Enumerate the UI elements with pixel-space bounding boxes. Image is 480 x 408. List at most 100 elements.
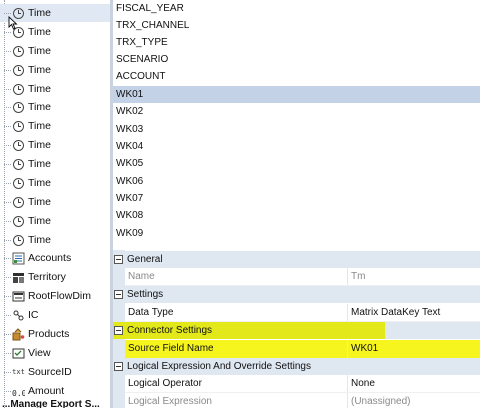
tree-item-time[interactable]: Time (0, 193, 110, 211)
field-row[interactable]: WK04 (113, 138, 480, 155)
field-row[interactable]: WK03 (113, 121, 480, 138)
field-row-selected[interactable]: WK01 (113, 86, 480, 103)
field-row[interactable]: SCENARIO (113, 51, 480, 68)
tree-item-time[interactable]: Time (0, 174, 110, 192)
tree-item-label: IC (28, 309, 39, 321)
property-label: Data Type (128, 307, 174, 318)
collapse-icon[interactable] (114, 326, 123, 335)
tree-item-label: Time (28, 101, 51, 113)
property-value[interactable]: Tm (347, 268, 480, 286)
property-value[interactable]: Matrix DataKey Text (347, 304, 480, 322)
flow-icon (12, 290, 25, 303)
property-row-name[interactable]: Name Tm (125, 268, 480, 286)
field-row[interactable]: WK05 (113, 155, 480, 172)
tree-item-sourceid[interactable]: txt SourceID (0, 363, 110, 381)
tree-item-time[interactable]: Time (0, 98, 110, 116)
tree-item-label: Amount (28, 385, 65, 397)
text-icon: txt (12, 367, 25, 376)
tree-item-label: Time (28, 196, 51, 208)
clock-icon (12, 234, 25, 247)
tree-item-label: Time (28, 83, 51, 95)
category-connector-settings[interactable]: Connector Settings (113, 322, 480, 339)
clock-icon (12, 177, 25, 190)
property-value[interactable]: None (347, 375, 480, 393)
property-row-logical-operator[interactable]: Logical Operator None (125, 375, 480, 393)
dimension-tree: Time Time Time Time Time Time Time Time (0, 0, 110, 408)
tree-item-label: Time (28, 45, 51, 57)
property-value[interactable]: WK01 (347, 340, 480, 358)
tree-item-label: Time (28, 120, 51, 132)
field-row[interactable]: WK06 (113, 173, 480, 190)
field-row[interactable]: TRX_CHANNEL (113, 17, 480, 34)
tree-item-time[interactable]: Time (0, 212, 110, 230)
clock-icon (12, 101, 25, 114)
tree-item-label: Time (28, 139, 51, 151)
tree-item-products[interactable]: Products (0, 325, 110, 343)
clock-icon (12, 158, 25, 171)
property-row-data-type[interactable]: Data Type Matrix DataKey Text (125, 304, 480, 322)
view-icon (12, 347, 25, 360)
tree-item-label: Time (28, 177, 51, 189)
tree-item-label: Time (28, 7, 51, 19)
property-label: Name (128, 271, 155, 282)
tree-item-time[interactable]: Time (0, 231, 110, 249)
products-icon (12, 327, 25, 341)
tree-item-time[interactable]: Time (0, 155, 110, 173)
property-grid: General Name Tm Settings Data Type Matri… (113, 250, 480, 408)
category-general[interactable]: General (113, 251, 480, 268)
field-row[interactable]: ACCOUNT (113, 68, 480, 85)
tree-item-time[interactable]: Time (0, 136, 110, 154)
tree-item-time[interactable]: Time (0, 117, 110, 135)
svg-text:0.0: 0.0 (12, 389, 25, 398)
tree-item-ic[interactable]: IC (0, 306, 110, 324)
clock-icon (12, 45, 25, 58)
field-row[interactable]: WK02 (113, 103, 480, 120)
collapse-icon[interactable] (114, 255, 123, 264)
tree-item-time[interactable]: Time (0, 42, 110, 60)
field-row[interactable]: WK09 (113, 225, 480, 242)
collapse-icon[interactable] (114, 362, 123, 371)
category-logical-expression[interactable]: Logical Expression And Override Settings (113, 358, 480, 375)
field-row[interactable]: FISCAL_YEAR (113, 0, 480, 17)
tree-item-label: Accounts (28, 252, 72, 264)
tree-item-label: Time (28, 64, 51, 76)
tree-item-accounts[interactable]: Accounts (0, 249, 110, 267)
tree-item-time[interactable]: Time (0, 80, 110, 98)
accounts-icon (12, 252, 25, 265)
territory-icon (12, 271, 25, 284)
property-value[interactable]: (Unassigned) (347, 393, 480, 408)
clock-icon (12, 215, 25, 228)
tree-item-label: RootFlowDim (28, 290, 92, 302)
field-row[interactable]: TRX_TYPE (113, 34, 480, 51)
property-label: Source Field Name (125, 340, 347, 358)
numeric-icon: 0.0 (12, 385, 25, 398)
clock-icon (12, 120, 25, 133)
tree-item-label: Time (28, 215, 51, 227)
ic-icon (12, 309, 25, 322)
tree-item-partial[interactable]: ...Manage Export S... (2, 399, 100, 408)
tree-item-label: Products (28, 328, 70, 340)
tree-item-label: Time (28, 234, 51, 246)
property-row-source-field-name[interactable]: Source Field Name WK01 (125, 340, 480, 358)
tree-item-label: Time (28, 26, 51, 38)
mouse-cursor-icon (8, 16, 18, 30)
tree-item-territory[interactable]: Territory (0, 268, 110, 286)
tree-item-view[interactable]: View (0, 344, 110, 362)
tree-item-label: SourceID (28, 366, 72, 378)
property-label: Logical Operator (128, 378, 202, 389)
property-label: Logical Expression (128, 396, 212, 407)
collapse-icon[interactable] (114, 290, 123, 299)
tree-item-label: Time (28, 158, 51, 170)
tree-item-time[interactable]: Time (0, 61, 110, 79)
field-row[interactable]: WK07 (113, 190, 480, 207)
field-row[interactable]: WK08 (113, 207, 480, 224)
property-row-logical-expression[interactable]: Logical Expression (Unassigned) (125, 393, 480, 408)
category-title: Settings (127, 289, 164, 300)
field-list: FISCAL_YEAR TRX_CHANNEL TRX_TYPE SCENARI… (113, 0, 480, 244)
clock-icon (12, 196, 25, 209)
clock-icon (12, 83, 25, 96)
clock-icon (12, 64, 25, 77)
tree-item-amount[interactable]: 0.0 Amount (0, 382, 110, 400)
tree-item-rootflowdim[interactable]: RootFlowDim (0, 287, 110, 305)
category-settings[interactable]: Settings (113, 286, 480, 303)
